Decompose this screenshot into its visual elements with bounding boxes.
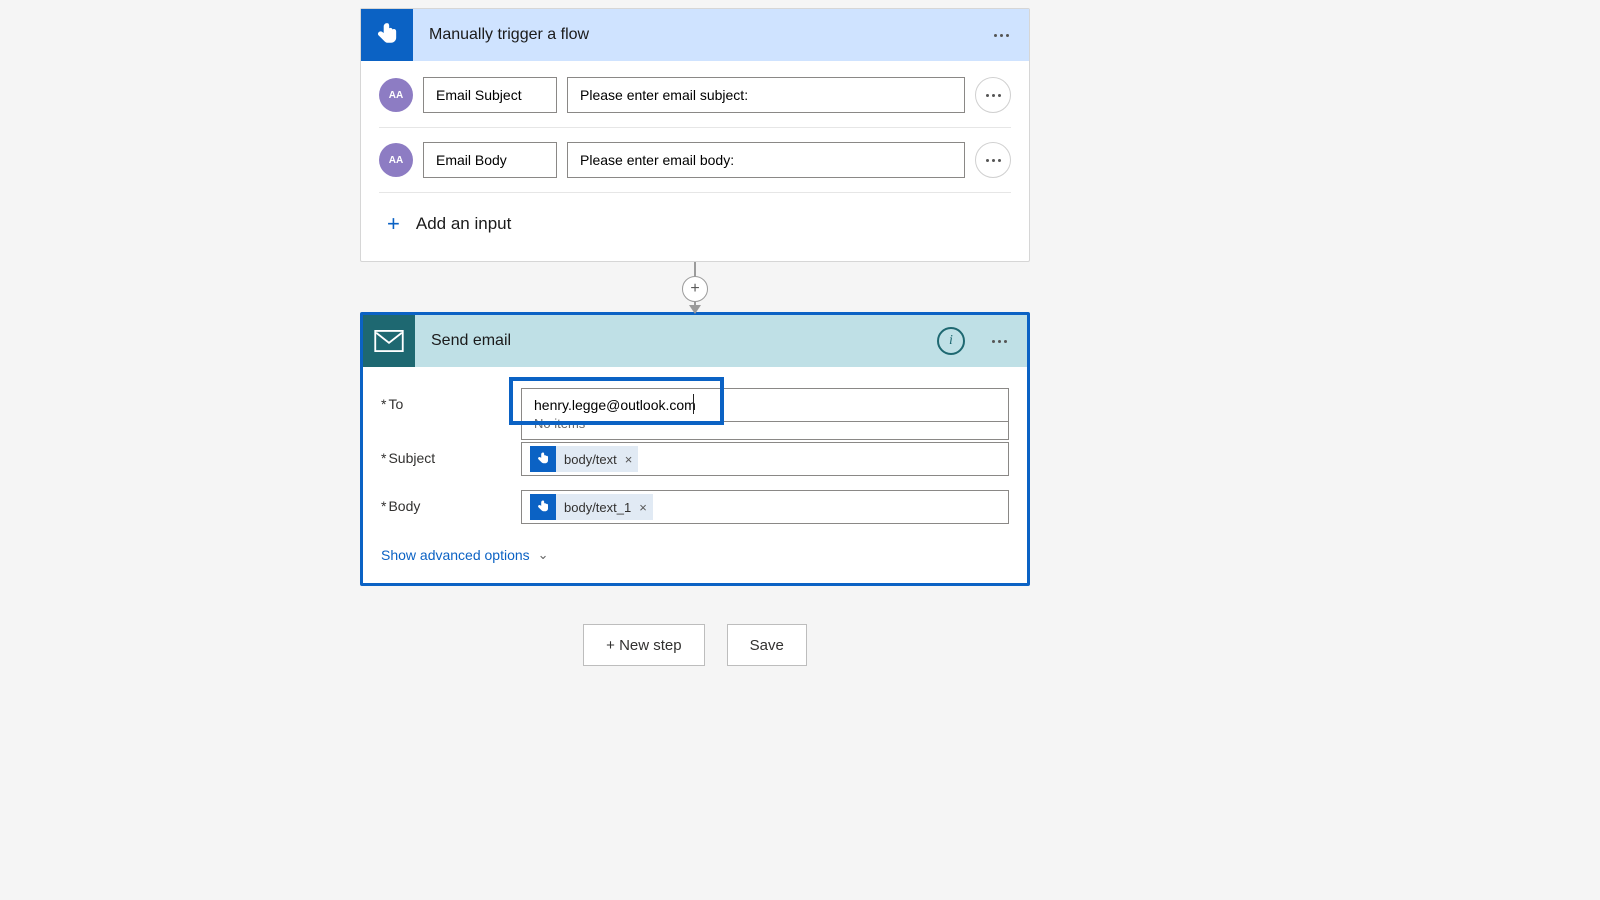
input-prompt-field[interactable] [567,142,965,178]
body-label: *Body [381,490,521,514]
plus-icon: + [387,213,400,235]
input-type-icon: AA [379,143,413,177]
manual-trigger-icon [530,494,556,520]
field-row-body: *Body body/text_1 × [381,483,1009,531]
dynamic-token[interactable]: body/text × [530,446,638,472]
to-suggestions-dropdown[interactable]: No items [521,422,1009,440]
field-row-to: *To No items [381,381,1009,429]
input-more-button[interactable] [975,77,1011,113]
input-name-field[interactable] [423,142,557,178]
remove-token-button[interactable]: × [625,452,633,467]
trigger-body: AA AA + Add an input [361,61,1029,261]
dynamic-token[interactable]: body/text_1 × [530,494,653,520]
field-row-subject: *Subject body/text × [381,435,1009,483]
info-button[interactable]: i [937,327,965,355]
manual-trigger-icon [361,9,413,61]
input-name-field[interactable] [423,77,557,113]
add-input-button[interactable]: + Add an input [379,193,1011,253]
subject-label: *Subject [381,442,521,466]
add-input-label: Add an input [416,214,511,234]
action-header[interactable]: Send email i [363,315,1027,367]
trigger-title: Manually trigger a flow [429,26,985,44]
input-type-icon: AA [379,78,413,112]
mail-icon [363,315,415,367]
trigger-card: Manually trigger a flow AA AA [360,8,1030,262]
insert-step-button[interactable]: + [682,276,708,302]
no-items-text: No items [534,416,585,431]
remove-token-button[interactable]: × [639,500,647,515]
body-input[interactable]: body/text_1 × [521,490,1009,524]
manual-trigger-icon [530,446,556,472]
connector: + [360,262,1030,312]
footer-buttons: + New step Save [360,624,1030,666]
trigger-input-row: AA [379,128,1011,193]
input-more-button[interactable] [975,142,1011,178]
input-prompt-field[interactable] [567,77,965,113]
show-advanced-options[interactable]: Show advanced options ⌄ [381,531,1009,577]
action-card: Send email i *To No items [360,312,1030,586]
trigger-input-row: AA [379,73,1011,128]
token-text: body/text [564,452,617,467]
to-label: *To [381,388,521,412]
to-input[interactable] [521,388,1009,422]
new-step-button[interactable]: + New step [583,624,704,666]
save-button[interactable]: Save [727,624,807,666]
chevron-down-icon: ⌄ [538,547,549,563]
action-body: *To No items *Subject [363,367,1027,583]
arrow-down-icon [689,305,701,314]
trigger-more-button[interactable] [985,19,1017,51]
plus-icon: + [690,280,699,298]
token-text: body/text_1 [564,500,631,515]
action-title: Send email [431,332,937,350]
advanced-label: Show advanced options [381,547,530,563]
trigger-header[interactable]: Manually trigger a flow [361,9,1029,61]
action-more-button[interactable] [983,325,1015,357]
subject-input[interactable]: body/text × [521,442,1009,476]
